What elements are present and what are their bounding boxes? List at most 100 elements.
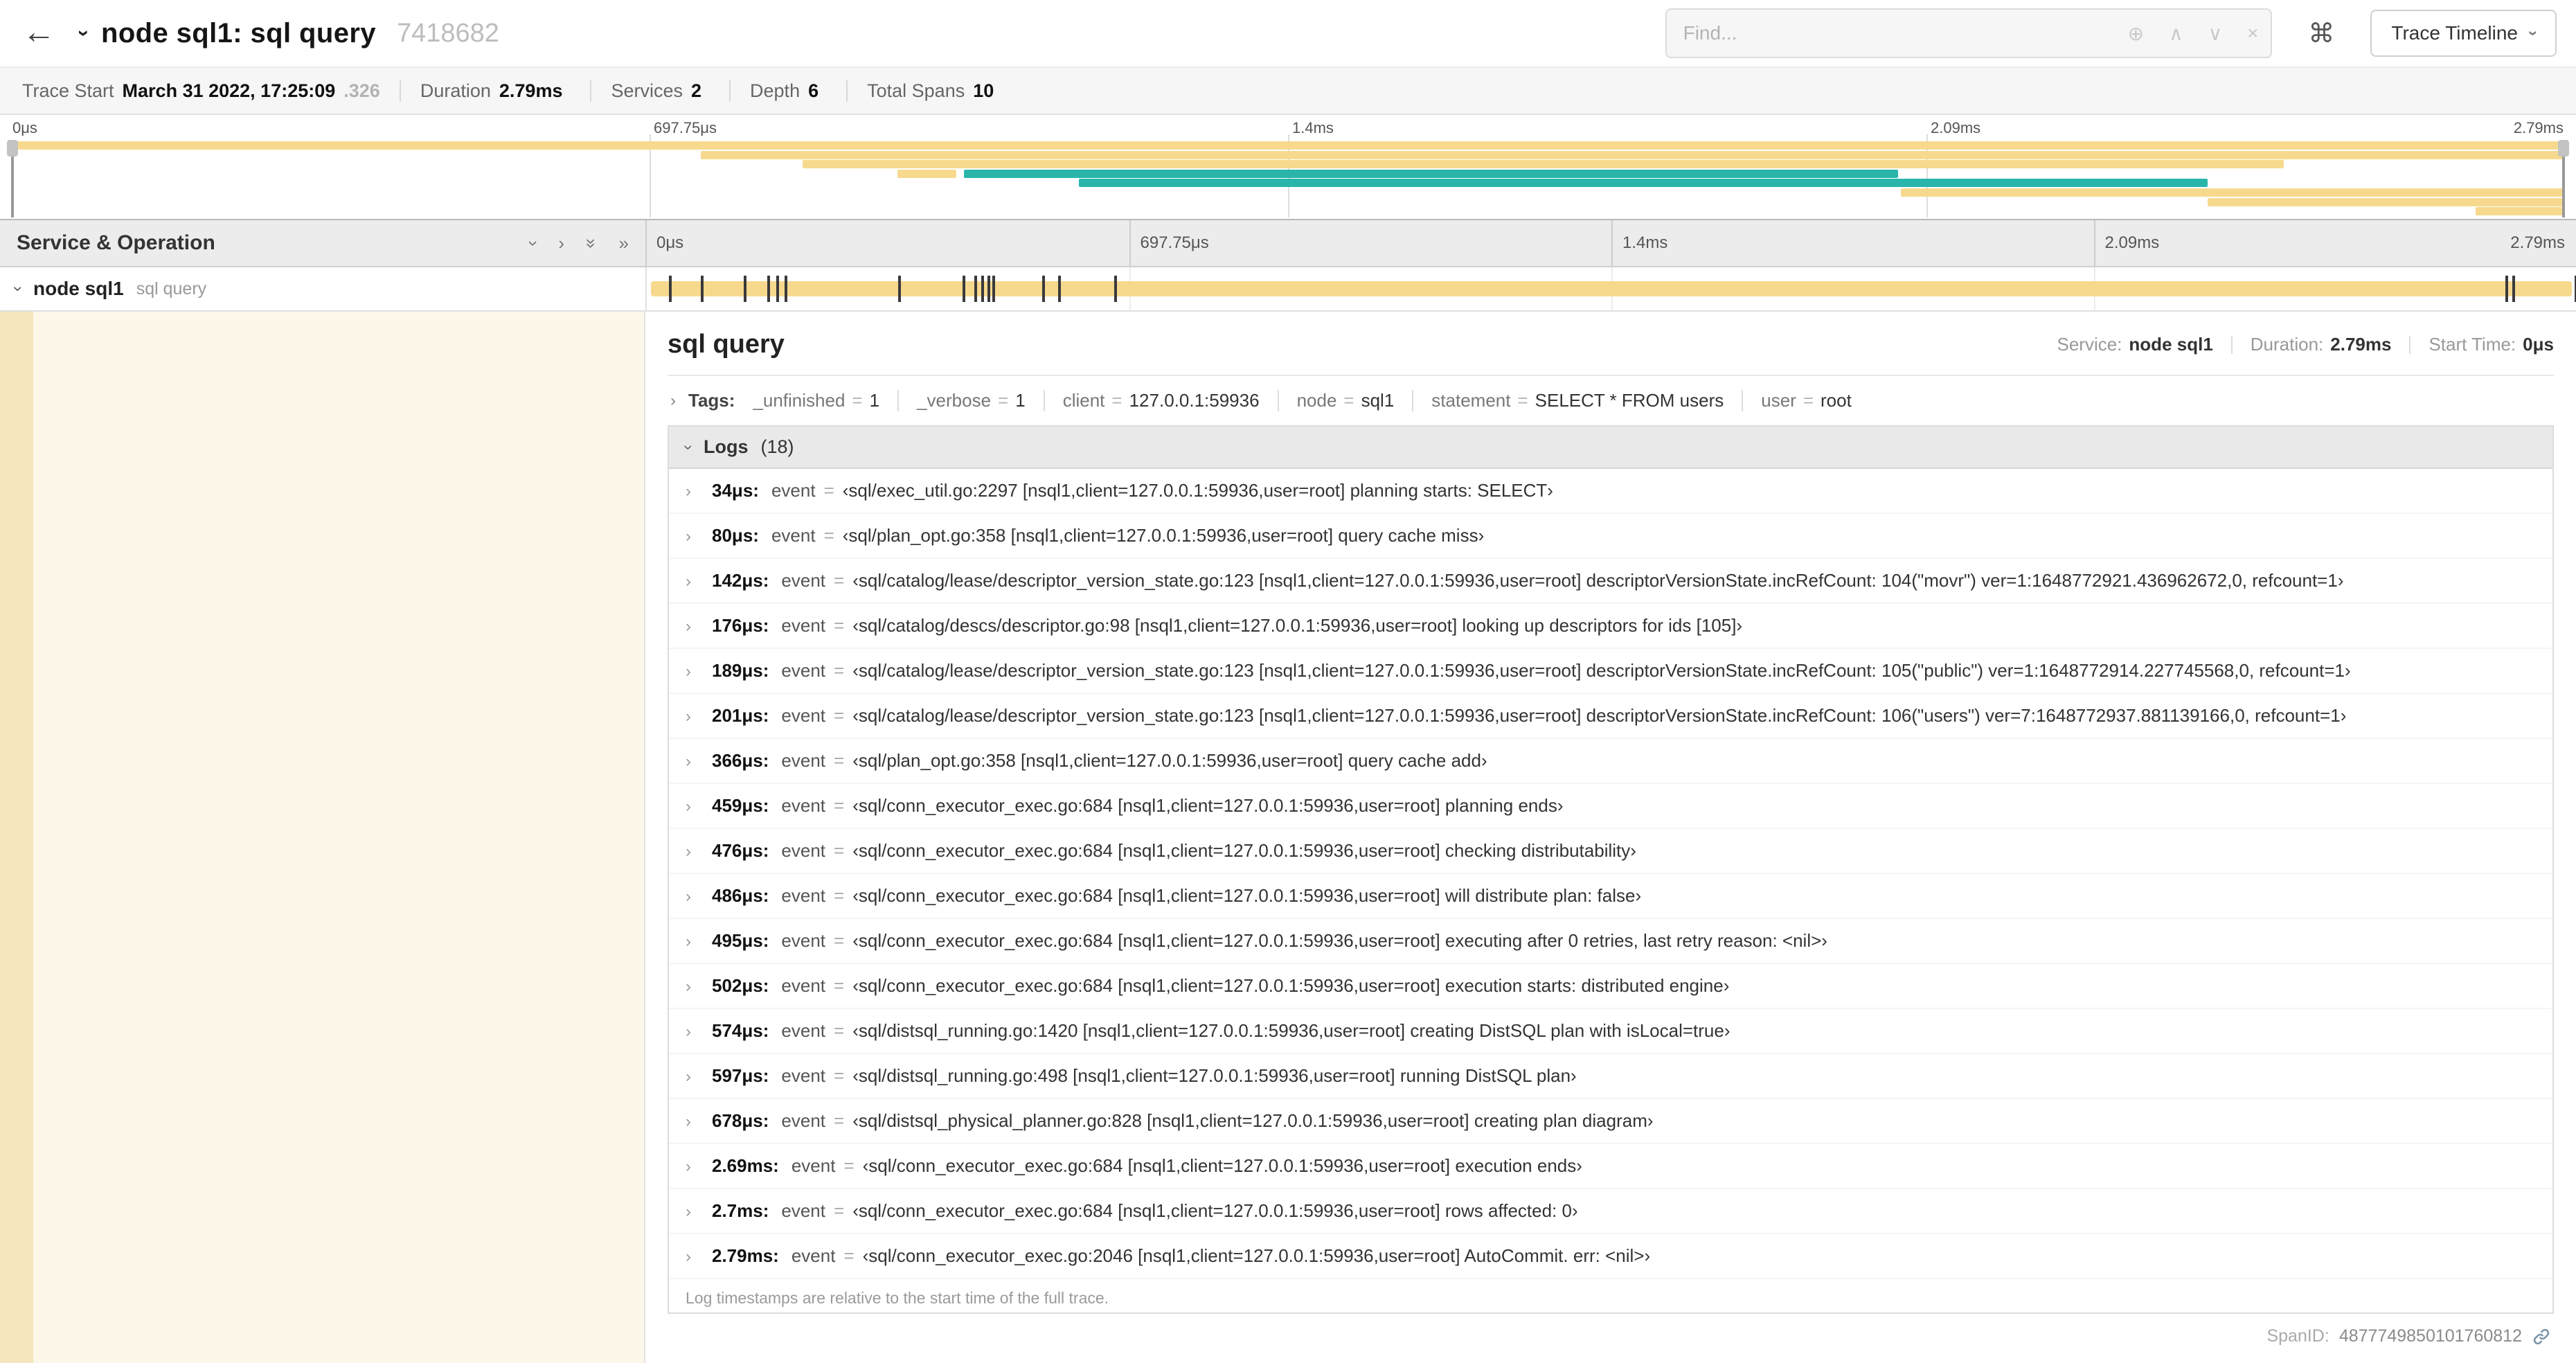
log-expand-chevron-icon[interactable]: › — [686, 1157, 712, 1177]
trace-info-value: 10 — [973, 80, 994, 101]
timeline-time-axis: 0μs 697.75μs 1.4ms 2.09ms 2.79ms — [645, 220, 2576, 266]
log-equals: = — [834, 705, 845, 726]
log-row[interactable]: › 495μs: event = ‹sql/conn_executor_exec… — [669, 919, 2552, 964]
tags-expand-chevron-icon[interactable]: › — [670, 391, 676, 411]
log-row[interactable]: › 2.7ms: event = ‹sql/conn_executor_exec… — [669, 1189, 2552, 1234]
log-timestamp: 80μs: — [712, 525, 759, 546]
log-row[interactable]: › 142μs: event = ‹sql/catalog/lease/desc… — [669, 559, 2552, 604]
log-expand-chevron-icon[interactable]: › — [686, 707, 712, 727]
log-row[interactable]: › 201μs: event = ‹sql/catalog/lease/desc… — [669, 694, 2552, 739]
log-expand-chevron-icon[interactable]: › — [686, 887, 712, 907]
collapse-all-icon[interactable]: » — [581, 238, 602, 248]
log-timestamp: 495μs: — [712, 930, 769, 951]
span-collapse-chevron-icon[interactable]: › — [8, 286, 28, 292]
log-row[interactable]: › 176μs: event = ‹sql/catalog/descs/desc… — [669, 604, 2552, 649]
log-marker-tick — [2512, 276, 2516, 302]
back-arrow-icon[interactable]: ← — [19, 13, 66, 54]
trace-info-label: Trace Start — [22, 80, 114, 101]
scrubber-handle[interactable] — [2558, 140, 2569, 157]
viewport-scrubber-left[interactable] — [7, 140, 18, 217]
log-expand-chevron-icon[interactable]: › — [686, 752, 712, 772]
log-row[interactable]: › 2.79ms: event = ‹sql/conn_executor_exe… — [669, 1234, 2552, 1279]
log-field-key: event — [781, 795, 826, 816]
tag[interactable]: _verbose = 1 — [897, 390, 1044, 411]
log-expand-chevron-icon[interactable]: › — [686, 1247, 712, 1267]
log-expand-chevron-icon[interactable]: › — [686, 797, 712, 817]
log-field-key: event — [771, 480, 816, 501]
log-field-key: event — [781, 570, 826, 591]
find-input[interactable] — [1666, 22, 2116, 44]
scroll-to-result-icon[interactable]: ⊕ — [2116, 22, 2156, 45]
log-row[interactable]: › 502μs: event = ‹sql/conn_executor_exec… — [669, 964, 2552, 1009]
meta-start-time-label: Start Time: — [2429, 334, 2516, 355]
log-row[interactable]: › 189μs: event = ‹sql/catalog/lease/desc… — [669, 649, 2552, 694]
log-row[interactable]: › 34μs: event = ‹sql/exec_util.go:2297 [… — [669, 469, 2552, 514]
top-bar: ← › node sql1: sql query 7418682 ⊕ ∧ ∨ ×… — [0, 0, 2576, 66]
log-row[interactable]: › 678μs: event = ‹sql/distsql_physical_p… — [669, 1099, 2552, 1144]
log-expand-chevron-icon[interactable]: › — [686, 1067, 712, 1087]
deep-link-icon[interactable] — [2532, 1327, 2551, 1346]
log-timestamp: 366μs: — [712, 750, 769, 771]
log-row[interactable]: › 597μs: event = ‹sql/distsql_running.go… — [669, 1054, 2552, 1099]
tag[interactable]: client = 127.0.0.1:59936 — [1043, 390, 1278, 411]
log-row[interactable]: › 476μs: event = ‹sql/conn_executor_exec… — [669, 829, 2552, 874]
tags-row[interactable]: › Tags: _unfinished = 1 _verbose = 1 cli… — [668, 376, 2554, 425]
tag[interactable]: user = root — [1742, 390, 1870, 411]
tag[interactable]: node = sql1 — [1277, 390, 1413, 411]
log-field-key: event — [781, 1200, 825, 1221]
minimap-canvas[interactable] — [7, 134, 2569, 217]
title-collapse-chevron-icon[interactable]: › — [72, 30, 96, 37]
expand-one-icon[interactable]: › — [558, 233, 564, 254]
view-selector-button[interactable]: Trace Timeline › — [2370, 10, 2557, 57]
minimap-tick-label: 0μs — [12, 119, 37, 136]
log-expand-chevron-icon[interactable]: › — [686, 1202, 712, 1222]
scrubber-handle[interactable] — [7, 140, 18, 157]
log-expand-chevron-icon[interactable]: › — [686, 572, 712, 591]
log-row[interactable]: › 574μs: event = ‹sql/distsql_running.go… — [669, 1009, 2552, 1054]
tag-equals: = — [1111, 390, 1122, 411]
span-row-label[interactable]: › node sql1 sql query — [0, 267, 645, 310]
log-timestamp: 176μs: — [712, 615, 769, 636]
log-expand-chevron-icon[interactable]: › — [686, 527, 712, 546]
span-id-label: SpanID: — [2266, 1326, 2329, 1346]
log-expand-chevron-icon[interactable]: › — [686, 482, 712, 501]
log-row[interactable]: › 459μs: event = ‹sql/conn_executor_exec… — [669, 784, 2552, 829]
log-expand-chevron-icon[interactable]: › — [686, 977, 712, 997]
keyboard-shortcuts-icon[interactable]: ⌘ — [2300, 17, 2343, 51]
tag[interactable]: _unfinished = 1 — [753, 390, 897, 411]
prev-result-icon[interactable]: ∧ — [2156, 22, 2196, 45]
tag[interactable]: statement = SELECT * FROM users — [1412, 390, 1742, 411]
logs-collapse-chevron-icon[interactable]: › — [679, 445, 698, 450]
log-expand-chevron-icon[interactable]: › — [686, 1022, 712, 1042]
log-marker-tick — [767, 276, 770, 302]
expand-all-icon[interactable]: » — [619, 233, 629, 254]
log-equals: = — [834, 840, 845, 861]
collapse-one-icon[interactable]: › — [523, 240, 544, 247]
log-row[interactable]: › 80μs: event = ‹sql/plan_opt.go:358 [ns… — [669, 514, 2552, 559]
tag-value: root — [1821, 390, 1852, 411]
trace-info-label: Depth — [750, 80, 800, 101]
log-expand-chevron-icon[interactable]: › — [686, 1112, 712, 1132]
clear-find-icon[interactable]: × — [2235, 22, 2271, 44]
next-result-icon[interactable]: ∨ — [2196, 22, 2235, 45]
span-bar[interactable] — [651, 281, 2572, 296]
log-field-key: event — [771, 525, 816, 546]
logs-header[interactable]: › Logs (18) — [669, 427, 2552, 469]
log-row[interactable]: › 366μs: event = ‹sql/plan_opt.go:358 [n… — [669, 739, 2552, 784]
log-row[interactable]: › 2.69ms: event = ‹sql/conn_executor_exe… — [669, 1144, 2552, 1189]
viewport-scrubber-right[interactable] — [2558, 140, 2569, 217]
minimap-span-bar — [11, 141, 2565, 150]
log-expand-chevron-icon[interactable]: › — [686, 842, 712, 862]
log-expand-chevron-icon[interactable]: › — [686, 662, 712, 682]
span-row[interactable]: › node sql1 sql query — [0, 267, 2576, 312]
span-row-track[interactable] — [645, 267, 2576, 310]
log-field-key: event — [781, 615, 826, 636]
logs-count: (18) — [760, 436, 794, 457]
log-field-key: event — [781, 840, 826, 861]
log-message: ‹sql/distsql_running.go:1420 [nsql1,clie… — [852, 1020, 1730, 1041]
log-expand-chevron-icon[interactable]: › — [686, 932, 712, 952]
log-row[interactable]: › 486μs: event = ‹sql/conn_executor_exec… — [669, 874, 2552, 919]
trace-info-item: Services 2 — [590, 80, 729, 102]
minimap-span-bar — [2207, 197, 2565, 206]
log-expand-chevron-icon[interactable]: › — [686, 617, 712, 636]
